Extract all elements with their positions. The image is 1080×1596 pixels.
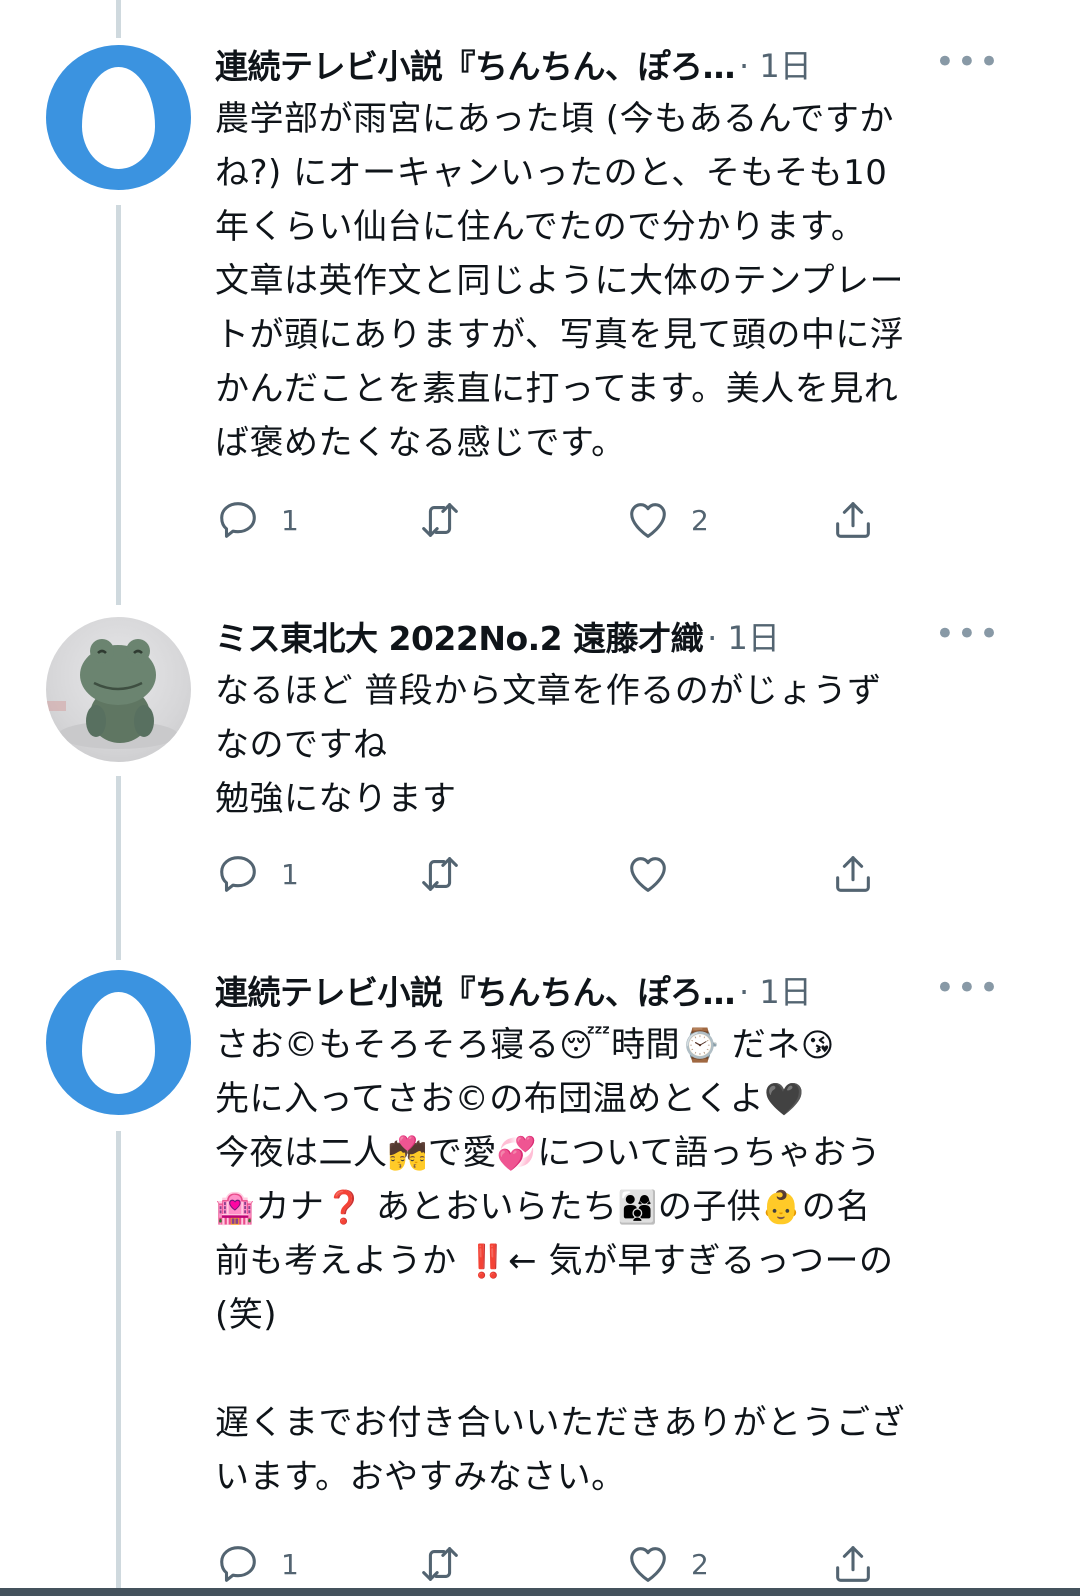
tweet-header: ミス東北大 2022No.2 遠藤才織 · 1日 [215, 610, 1015, 662]
thread-line [116, 205, 121, 605]
like-count: 2 [691, 503, 709, 537]
retweet-button[interactable] [417, 490, 463, 550]
double-exclamation-icon: ‼️ [467, 1242, 509, 1280]
baby-icon: 👶 [761, 1188, 802, 1226]
more-options-icon[interactable]: ••• [935, 968, 1001, 1008]
reply-button[interactable]: 1 [215, 1534, 299, 1594]
family-icon: 👨‍👩‍👦 [617, 1188, 658, 1226]
tweet-actions: 1 [215, 844, 1015, 904]
retweet-icon [422, 857, 458, 891]
black-heart-icon: 🖤 [764, 1080, 805, 1118]
thread-line [116, 1131, 121, 1588]
reply-count: 1 [281, 1547, 299, 1581]
egg-icon [82, 67, 155, 169]
reply-button[interactable]: 1 [215, 490, 299, 550]
tweet-header: 連続テレビ小説『ちんちん、ぽろ… · 1日 [215, 38, 1015, 90]
reply-button[interactable]: 1 [215, 844, 299, 904]
text-segment: あとおいらたち [364, 1187, 618, 1227]
couple-kiss-icon: 💏 [387, 1134, 428, 1172]
heart-icon [630, 503, 666, 538]
tweet-text: 農学部が雨宮にあった頃 (今もあるんですか ね?) にオーキャンいったのと、そも… [215, 99, 905, 463]
bottom-bar [0, 1588, 1080, 1596]
share-icon [836, 856, 870, 892]
retweet-icon [422, 503, 458, 537]
tweet-actions: 1 2 [215, 490, 1015, 550]
text-segment: だネ [720, 1025, 801, 1065]
egg-icon [82, 992, 155, 1094]
text-segment: 時間 [611, 1025, 681, 1065]
sleeping-face-icon: 😴 [559, 1026, 612, 1064]
retweet-icon [422, 1547, 458, 1581]
avatar[interactable] [46, 617, 191, 762]
reply-icon [220, 502, 256, 538]
retweet-button[interactable] [417, 1534, 463, 1594]
reply-count: 1 [281, 857, 299, 891]
tweet-text: なるほど 普段から文章を作るのがじょうず なのですね 勉強になります [215, 671, 882, 819]
text-segment: の子供 [657, 1187, 762, 1227]
text-segment: で愛 [427, 1133, 497, 1173]
heart-icon [630, 1547, 666, 1582]
love-hotel-icon: 🏩 [215, 1188, 256, 1226]
author-name[interactable]: ミス東北大 2022No.2 遠藤才織 [215, 612, 704, 660]
heart-icon [630, 857, 666, 892]
share-button[interactable] [830, 490, 876, 550]
reply-icon [220, 1546, 256, 1582]
watch-icon: ⌚ [680, 1026, 721, 1064]
like-button[interactable]: 2 [625, 1534, 709, 1594]
more-options-icon[interactable]: ••• [935, 42, 1001, 82]
tweet-text: さお©もそろそろ寝る😴時間⌚ だネ😘 先に入ってさお©の布団温めとくよ🖤 今夜は… [215, 1018, 1015, 1504]
reply-icon [220, 856, 256, 892]
reply-count: 1 [281, 503, 299, 537]
like-count: 2 [691, 1547, 709, 1581]
kissing-face-icon: 😘 [800, 1026, 835, 1064]
author-name[interactable]: 連続テレビ小説『ちんちん、ぽろ… [215, 40, 736, 88]
thread-line [116, 776, 121, 960]
share-button[interactable] [830, 844, 876, 904]
frog-plush-icon [46, 639, 178, 749]
thread-line [116, 0, 121, 38]
like-button[interactable] [625, 844, 691, 904]
author-name[interactable]: 連続テレビ小説『ちんちん、ぽろ… [215, 966, 736, 1014]
text-segment: カナ [255, 1187, 325, 1227]
like-button[interactable]: 2 [625, 490, 709, 550]
tweet-header: 連続テレビ小説『ちんちん、ぽろ… · 1日 [215, 964, 1015, 1016]
tweet[interactable]: ミス東北大 2022No.2 遠藤才織 · 1日 ••• なるほど 普段から文章… [215, 610, 1015, 892]
timestamp[interactable]: · 1日 [739, 967, 812, 1013]
tweet-actions: 1 2 [215, 1534, 1015, 1594]
tweet[interactable]: 連続テレビ小説『ちんちん、ぽろ… · 1日 ••• さお©もそろそろ寝る😴時間⌚… [215, 964, 1015, 1582]
timestamp[interactable]: · 1日 [707, 613, 780, 659]
text-segment: について語っちゃおう [537, 1133, 882, 1173]
text-segment: 今夜は二人 [215, 1133, 388, 1173]
share-icon [836, 1546, 870, 1582]
avatar[interactable] [46, 970, 191, 1115]
timestamp[interactable]: · 1日 [739, 41, 812, 87]
share-button[interactable] [830, 1534, 876, 1594]
share-icon [836, 502, 870, 538]
revolving-hearts-icon: 💞 [496, 1134, 538, 1172]
text-segment: 先に入ってさお©の布団温めとくよ [215, 1079, 765, 1119]
retweet-button[interactable] [417, 844, 463, 904]
avatar[interactable] [46, 45, 191, 190]
more-options-icon[interactable]: ••• [935, 614, 1001, 654]
tweet[interactable]: 連続テレビ小説『ちんちん、ぽろ… · 1日 ••• 農学部が雨宮にあった頃 (今… [215, 38, 1015, 538]
text-segment: さお©もそろそろ寝る [215, 1025, 560, 1065]
question-mark-icon: ❓ [324, 1188, 365, 1226]
